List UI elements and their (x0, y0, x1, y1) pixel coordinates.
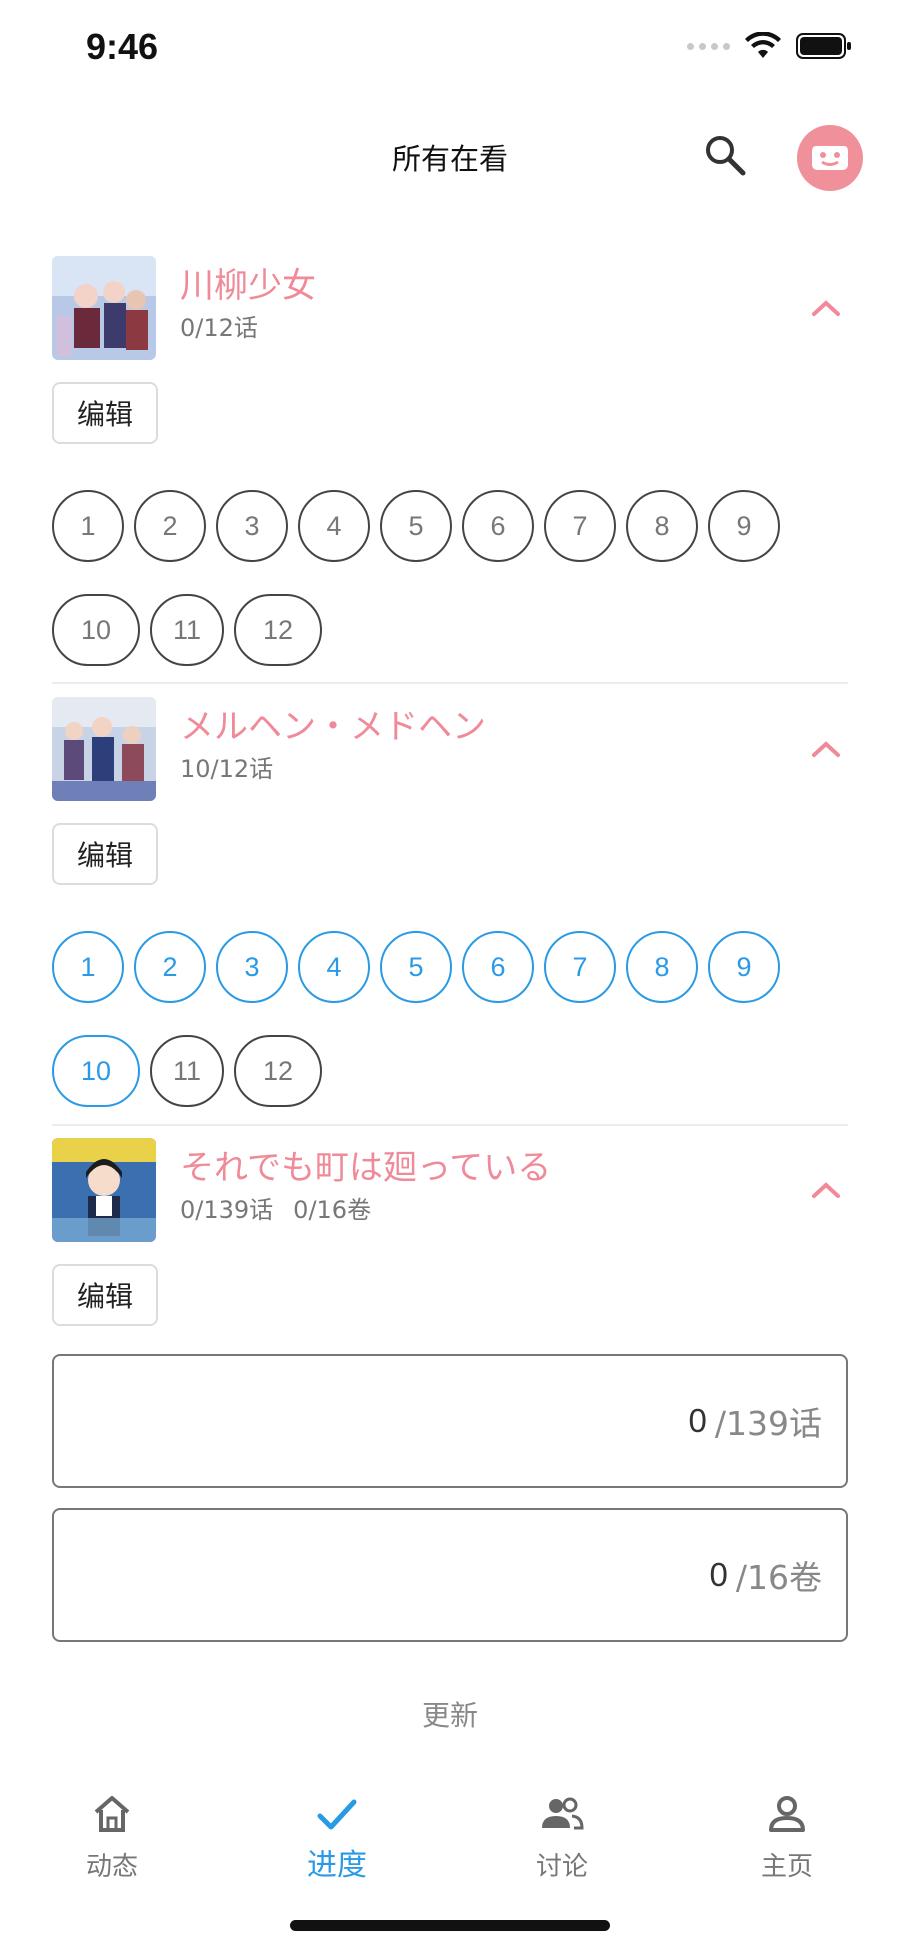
cellular-signal-icon (687, 42, 730, 50)
divider (52, 1124, 848, 1126)
edit-button[interactable]: 编辑 (52, 823, 158, 885)
battery-icon (796, 33, 851, 59)
volume-input-value[interactable]: 0 (710, 1556, 728, 1594)
episode-button[interactable]: 7 (544, 490, 616, 562)
episode-button[interactable]: 3 (216, 931, 288, 1003)
item-title[interactable]: 川柳少女 (180, 258, 316, 307)
tab-bar: 动态 进度 讨论 主页 (0, 1766, 900, 1948)
chevron-up-icon (812, 1182, 840, 1198)
episode-button[interactable]: 4 (298, 490, 370, 562)
episode-button[interactable]: 10 (52, 594, 140, 666)
volume-input-total: /16卷 (735, 1558, 822, 1597)
item-header[interactable]: それでも町は廻っている 0/139话 0/16卷 (52, 1138, 848, 1242)
edit-button[interactable]: 编辑 (52, 382, 158, 444)
tab-label: 动态 (85, 1852, 138, 1882)
item-header[interactable]: 川柳少女 0/12话 (52, 256, 848, 360)
tab-label: 讨论 (535, 1852, 588, 1882)
episode-button[interactable]: 11 (150, 1035, 224, 1107)
item-title[interactable]: メルヘン・メドヘン (180, 699, 486, 748)
item-header[interactable]: メルヘン・メドヘン 10/12话 (52, 697, 848, 801)
episode-button[interactable]: 12 (234, 1035, 322, 1107)
episode-button[interactable]: 11 (150, 594, 224, 666)
search-button[interactable] (700, 130, 750, 180)
episode-button[interactable]: 1 (52, 931, 124, 1003)
episode-button[interactable]: 6 (462, 931, 534, 1003)
episode-button[interactable]: 2 (134, 490, 206, 562)
episode-button[interactable]: 8 (626, 490, 698, 562)
list-item: メルヘン・メドヘン 10/12话 编辑 1 2 3 4 5 6 7 8 9 10… (52, 697, 848, 1107)
episode-button[interactable]: 9 (708, 490, 780, 562)
person-icon (769, 1796, 805, 1832)
tab-profile[interactable]: 主页 (732, 1788, 842, 1898)
episode-grid: 1 2 3 4 5 6 7 8 9 10 11 12 (52, 490, 848, 666)
list-item: 川柳少女 0/12话 编辑 1 2 3 4 5 6 7 8 9 10 11 12 (52, 256, 848, 666)
home-indicator (290, 1920, 610, 1931)
home-icon (94, 1796, 130, 1832)
episode-button[interactable]: 9 (708, 931, 780, 1003)
search-icon (706, 136, 746, 176)
episode-button[interactable]: 5 (380, 931, 452, 1003)
check-icon (317, 1799, 357, 1830)
chevron-up-icon (812, 300, 840, 316)
episode-button[interactable]: 7 (544, 931, 616, 1003)
page-title: 所有在看 (391, 142, 508, 176)
tab-label: 进度 (307, 1848, 367, 1883)
episode-button[interactable]: 2 (134, 931, 206, 1003)
tab-progress[interactable]: 进度 (282, 1788, 392, 1898)
episode-button[interactable]: 10 (52, 1035, 140, 1107)
cover-image[interactable] (52, 256, 156, 360)
collapse-button[interactable] (804, 727, 848, 771)
chapter-input-value[interactable]: 0 (689, 1402, 707, 1440)
episode-grid: 1 2 3 4 5 6 7 8 9 10 11 12 (52, 931, 848, 1107)
episode-button[interactable]: 3 (216, 490, 288, 562)
avatar-icon (812, 146, 848, 170)
wifi-icon (745, 32, 781, 58)
header: 所有在看 (0, 110, 900, 200)
avatar[interactable] (797, 125, 863, 191)
update-button[interactable]: 更新 (0, 1694, 900, 1734)
chevron-up-icon (812, 741, 840, 757)
status-bar: 9:46 (0, 0, 900, 100)
collapse-button[interactable] (804, 286, 848, 330)
episode-button[interactable]: 6 (462, 490, 534, 562)
status-time: 9:46 (86, 26, 159, 67)
list-item: それでも町は廻っている 0/139话 0/16卷 编辑 0 /139话 0 /16… (52, 1138, 848, 1658)
edit-button[interactable]: 编辑 (52, 1264, 158, 1326)
people-icon (542, 1797, 584, 1830)
item-progress: 10/12话 (180, 755, 274, 783)
episode-button[interactable]: 4 (298, 931, 370, 1003)
cover-image[interactable] (52, 697, 156, 801)
collapse-button[interactable] (804, 1168, 848, 1212)
status-icons (687, 32, 852, 60)
item-progress: 0/139话 0/16卷 (180, 1190, 371, 1225)
volume-input[interactable]: 0 /16卷 (52, 1508, 848, 1642)
divider (52, 682, 848, 684)
episode-button[interactable]: 5 (380, 490, 452, 562)
chapter-input[interactable]: 0 /139话 (52, 1354, 848, 1488)
tab-discussion[interactable]: 讨论 (507, 1788, 617, 1898)
item-progress: 0/12话 (180, 314, 258, 342)
chapter-input-total: /139话 (714, 1404, 822, 1443)
volume-progress: 0/16卷 (293, 1196, 372, 1224)
cover-image[interactable] (52, 1138, 156, 1242)
episode-button[interactable]: 12 (234, 594, 322, 666)
episode-button[interactable]: 8 (626, 931, 698, 1003)
tab-label: 主页 (760, 1852, 813, 1882)
chapter-progress: 0/139话 (180, 1196, 274, 1224)
tab-home[interactable]: 动态 (57, 1788, 167, 1898)
episode-button[interactable]: 1 (52, 490, 124, 562)
item-title[interactable]: それでも町は廻っている (180, 1140, 551, 1189)
